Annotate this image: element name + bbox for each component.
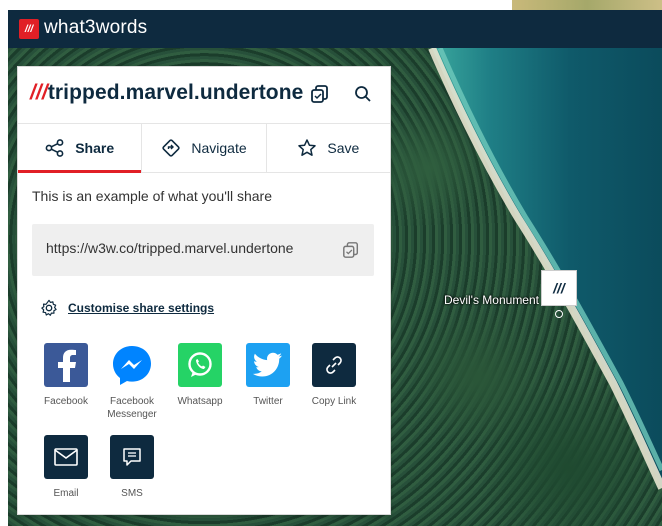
search-button[interactable] <box>351 82 375 106</box>
share-label: Facebook Messenger <box>107 396 157 420</box>
tab-share[interactable]: Share <box>18 124 143 173</box>
share-label: Facebook <box>44 396 88 407</box>
star-icon <box>298 139 317 156</box>
panel-tabs: Share Navigate Save <box>18 123 390 173</box>
customise-share-settings[interactable]: Customise share settings <box>40 299 214 317</box>
gear-icon <box>41 299 57 316</box>
share-label: Email <box>53 488 79 499</box>
share-email-button[interactable]: Email <box>36 435 96 500</box>
share-label: Copy Link <box>311 396 357 407</box>
customise-label: Customise share settings <box>68 301 215 315</box>
copy-address-button[interactable] <box>308 82 332 106</box>
share-url[interactable]: https://w3w.co/tripped.marvel.undertone <box>46 240 293 256</box>
share-label: Twitter <box>253 396 283 407</box>
share-facebook-button[interactable]: Facebook <box>36 343 96 408</box>
address-slashes: /// <box>30 81 48 104</box>
map-pin <box>555 310 563 318</box>
tab-save[interactable]: Save <box>267 124 390 172</box>
w3w-address: ///tripped.marvel.undertone <box>30 81 303 105</box>
w3w-logo-icon[interactable]: /// <box>19 19 39 39</box>
search-icon <box>355 86 371 102</box>
share-icon <box>45 139 64 157</box>
twitter-icon <box>246 343 290 387</box>
facebook-icon <box>44 343 88 387</box>
whatsapp-icon <box>178 343 222 387</box>
top-bar: /// what3words <box>8 10 662 48</box>
link-icon <box>312 343 356 387</box>
tab-save-label: Save <box>327 140 360 156</box>
messenger-icon <box>110 343 154 387</box>
copy-icon <box>343 242 359 258</box>
share-whatsapp-button[interactable]: Whatsapp <box>170 343 230 408</box>
sms-icon <box>110 435 154 479</box>
email-icon <box>44 435 88 479</box>
share-panel: ///tripped.marvel.undertone Share Naviga… <box>17 66 391 515</box>
tab-share-label: Share <box>75 140 115 156</box>
share-url-box: https://w3w.co/tripped.marvel.undertone <box>32 224 374 276</box>
place-label: Devil's Monument <box>444 293 539 307</box>
share-intro-text: This is an example of what you'll share <box>32 188 273 204</box>
brand-name[interactable]: what3words <box>44 17 147 39</box>
copy-url-button[interactable] <box>340 239 362 261</box>
w3w-map-marker[interactable]: /// <box>541 270 577 306</box>
share-messenger-button[interactable]: Facebook Messenger <box>102 343 162 421</box>
address-text: tripped.marvel.undertone <box>47 81 304 104</box>
share-sms-button[interactable]: SMS <box>102 435 162 500</box>
share-label: SMS <box>121 488 143 499</box>
share-twitter-button[interactable]: Twitter <box>238 343 298 408</box>
copy-icon <box>311 85 328 103</box>
tab-navigate-label: Navigate <box>191 140 247 156</box>
share-label: Whatsapp <box>177 396 223 407</box>
share-copy-link-button[interactable]: Copy Link <box>304 343 364 408</box>
navigate-icon <box>162 139 181 157</box>
tab-navigate[interactable]: Navigate <box>142 124 267 172</box>
